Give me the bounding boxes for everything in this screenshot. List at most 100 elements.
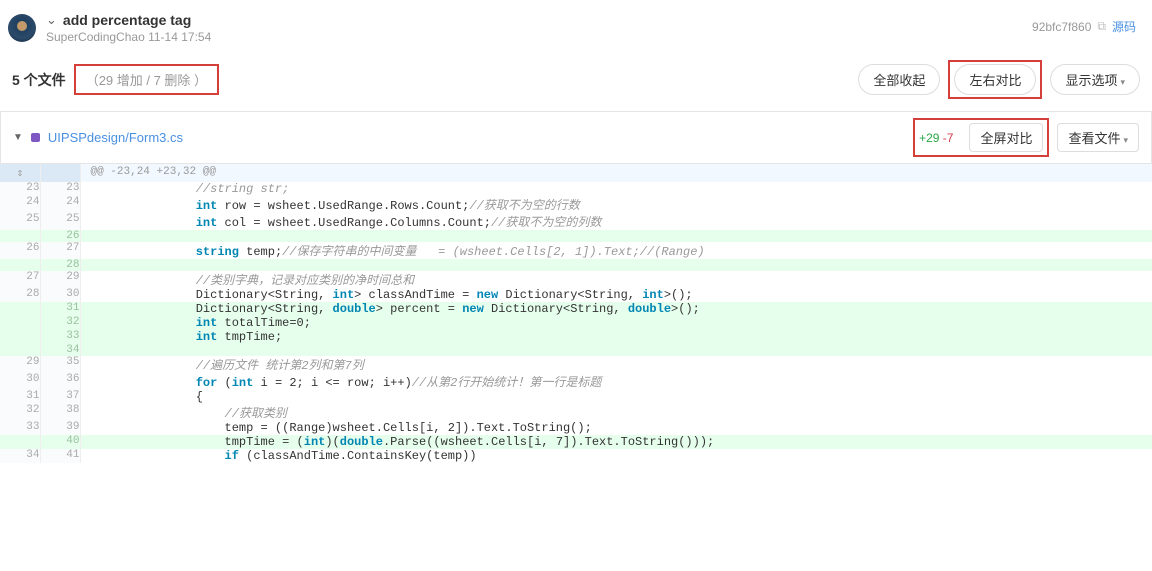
old-line-number: 33 [0, 421, 40, 435]
old-line-number: 29 [0, 356, 40, 373]
old-line-number: 32 [0, 404, 40, 421]
code-content: { [80, 390, 1152, 404]
expand-icon[interactable]: ⇕ [0, 164, 40, 182]
code-content: //获取类别 [80, 404, 1152, 421]
display-options-button[interactable]: 显示选项 [1050, 64, 1140, 95]
old-line-number [0, 435, 40, 449]
view-file-button[interactable]: 查看文件 [1057, 123, 1139, 152]
diff-line: 28 [0, 259, 1152, 271]
new-line-number: 23 [40, 182, 80, 196]
code-content [80, 344, 1152, 356]
code-content: int col = wsheet.UsedRange.Columns.Count… [80, 213, 1152, 230]
highlight-box-stats: （29 增加 / 7 删除 ） [74, 64, 219, 95]
diff-line: 3036 for (int i = 2; i <= row; i++)//从第2… [0, 373, 1152, 390]
new-line-number: 32 [40, 316, 80, 330]
new-line-number: 34 [40, 344, 80, 356]
side-by-side-button[interactable]: 左右对比 [954, 64, 1036, 95]
diff-stats: （29 增加 / 7 删除 ） [86, 73, 207, 88]
chevron-down-icon[interactable]: ⌄ [46, 12, 57, 28]
diff-line: 26 [0, 230, 1152, 242]
code-content: //string str; [80, 182, 1152, 196]
new-line-number: 24 [40, 196, 80, 213]
code-content: string temp;//保存字符串的中间变量 = (wsheet.Cells… [80, 242, 1152, 259]
modified-icon [31, 133, 40, 142]
old-line-number [0, 330, 40, 344]
diff-line: 2627 string temp;//保存字符串的中间变量 = (wsheet.… [0, 242, 1152, 259]
old-line-number [0, 230, 40, 242]
new-line-number: 36 [40, 373, 80, 390]
diff-line: 3339 temp = ((Range)wsheet.Cells[i, 2]).… [0, 421, 1152, 435]
highlight-box-filestats: +29 -7 全屏对比 [913, 118, 1049, 157]
code-content: int tmpTime; [80, 330, 1152, 344]
old-line-number: 25 [0, 213, 40, 230]
diff-line: 3238 //获取类别 [0, 404, 1152, 421]
diff-line: 34 [0, 344, 1152, 356]
commit-hash: 92bfc7f860 [1032, 20, 1091, 34]
collapse-all-button[interactable]: 全部收起 [858, 64, 940, 95]
diff-line: 2935 //遍历文件 统计第2列和第7列 [0, 356, 1152, 373]
new-line-number: 39 [40, 421, 80, 435]
commit-title: add percentage tag [63, 12, 191, 28]
diff-line: 3137 { [0, 390, 1152, 404]
new-line-number: 40 [40, 435, 80, 449]
new-line-number: 35 [40, 356, 80, 373]
diff-line: 33 int tmpTime; [0, 330, 1152, 344]
copy-icon[interactable]: ⧉ [1097, 19, 1106, 34]
diff-line: 2424 int row = wsheet.UsedRange.Rows.Cou… [0, 196, 1152, 213]
new-line-number: 27 [40, 242, 80, 259]
new-line-number: 31 [40, 302, 80, 316]
new-line-number: 33 [40, 330, 80, 344]
old-line-number: 27 [0, 271, 40, 288]
old-line-number [0, 302, 40, 316]
source-link[interactable]: 源码 [1112, 18, 1136, 35]
diff-line: 2323 //string str; [0, 182, 1152, 196]
old-line-number [0, 259, 40, 271]
new-line-number: 29 [40, 271, 80, 288]
code-content: if (classAndTime.ContainsKey(temp)) [80, 449, 1152, 463]
files-count: 5 个文件 [12, 70, 66, 90]
highlight-box-sidebyside: 左右对比 [948, 60, 1042, 99]
old-line-number: 28 [0, 288, 40, 302]
code-content [80, 230, 1152, 242]
new-line-number: 28 [40, 259, 80, 271]
diff-line: 2729 //类别字典，记录对应类别的净时间总和 [0, 271, 1152, 288]
file-path[interactable]: UIPSPdesign/Form3.cs [48, 130, 183, 145]
new-line-number: 25 [40, 213, 80, 230]
diff-line: 32 int totalTime=0; [0, 316, 1152, 330]
code-content: int totalTime=0; [80, 316, 1152, 330]
code-content: int row = wsheet.UsedRange.Rows.Count;//… [80, 196, 1152, 213]
new-line-number: 38 [40, 404, 80, 421]
new-line-number: 37 [40, 390, 80, 404]
fullscreen-diff-button[interactable]: 全屏对比 [969, 123, 1043, 152]
file-diff-stats: +29 -7 [919, 131, 953, 145]
old-line-number: 23 [0, 182, 40, 196]
avatar [8, 14, 36, 42]
old-line-number: 30 [0, 373, 40, 390]
diff-line: 31 Dictionary<String, double> percent = … [0, 302, 1152, 316]
old-line-number [0, 344, 40, 356]
old-line-number [0, 316, 40, 330]
code-content: for (int i = 2; i <= row; i++)//从第2行开始统计… [80, 373, 1152, 390]
code-content: temp = ((Range)wsheet.Cells[i, 2]).Text.… [80, 421, 1152, 435]
code-content: tmpTime = (int)(double.Parse((wsheet.Cel… [80, 435, 1152, 449]
old-line-number: 31 [0, 390, 40, 404]
collapse-file-icon[interactable]: ▼ [13, 132, 23, 143]
code-content: Dictionary<String, double> percent = new… [80, 302, 1152, 316]
commit-meta: SuperCodingChao 11-14 17:54 [46, 30, 1032, 44]
code-content [80, 259, 1152, 271]
hunk-header: ⇕ @@ -23,24 +23,32 @@ [0, 164, 1152, 182]
diff-line: 2830 Dictionary<String, int> classAndTim… [0, 288, 1152, 302]
new-line-number: 41 [40, 449, 80, 463]
diff-line: 3441 if (classAndTime.ContainsKey(temp)) [0, 449, 1152, 463]
old-line-number: 24 [0, 196, 40, 213]
new-line-number: 26 [40, 230, 80, 242]
old-line-number: 26 [0, 242, 40, 259]
diff-line: 40 tmpTime = (int)(double.Parse((wsheet.… [0, 435, 1152, 449]
old-line-number: 34 [0, 449, 40, 463]
new-line-number: 30 [40, 288, 80, 302]
code-content: Dictionary<String, int> classAndTime = n… [80, 288, 1152, 302]
diff-table: ⇕ @@ -23,24 +23,32 @@ 2323 //string str;… [0, 164, 1152, 463]
diff-line: 2525 int col = wsheet.UsedRange.Columns.… [0, 213, 1152, 230]
code-content: //遍历文件 统计第2列和第7列 [80, 356, 1152, 373]
code-content: //类别字典，记录对应类别的净时间总和 [80, 271, 1152, 288]
